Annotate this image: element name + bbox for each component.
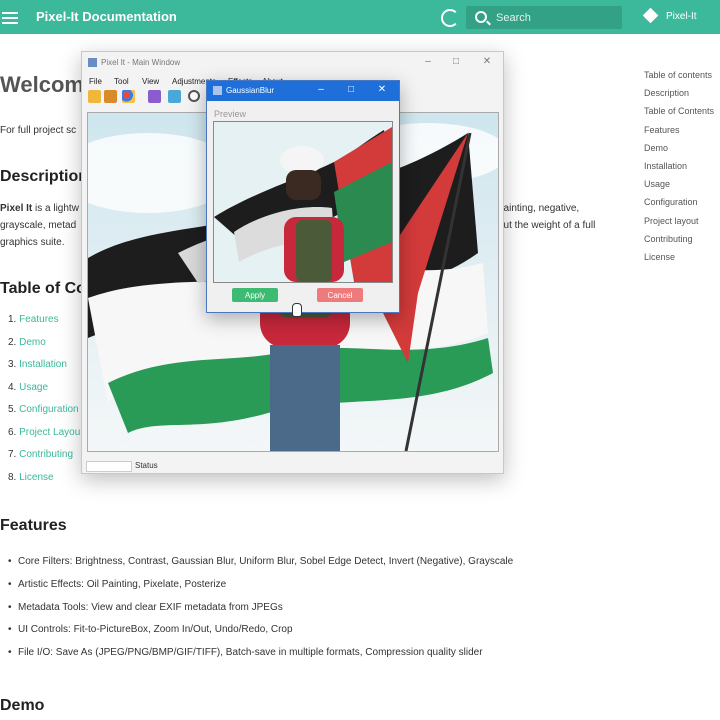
toc-link-features[interactable]: Features: [19, 314, 58, 325]
save-icon[interactable]: [104, 90, 117, 103]
page-title: Welcom: [0, 72, 84, 97]
preview-picture: [214, 122, 392, 282]
toc-item: 5. Configuration: [8, 404, 80, 427]
feature-item: Metadata Tools: View and clear EXIF meta…: [8, 602, 513, 625]
open-folder-icon[interactable]: [88, 90, 101, 103]
description-line-3: graphics suite.: [0, 237, 65, 248]
menu-tool[interactable]: Tool: [114, 77, 129, 86]
project-name: Pixel It: [0, 203, 33, 214]
feature-item: UI Controls: Fit-to-PictureBox, Zoom In/…: [8, 624, 513, 647]
right-toc-link-features[interactable]: Features: [644, 125, 714, 143]
search-box[interactable]: [466, 6, 622, 29]
menu-view[interactable]: View: [142, 77, 159, 86]
apply-button[interactable]: Apply: [232, 288, 278, 302]
features-list: Core Filters: Brightness, Contrast, Gaus…: [8, 556, 513, 670]
toc-num: 3.: [8, 359, 17, 370]
dialog-close-icon[interactable]: ✕: [376, 84, 388, 95]
status-progress: [86, 461, 132, 472]
maximize-icon[interactable]: □: [450, 56, 462, 68]
demo-heading: Demo: [0, 697, 45, 714]
mouse-cursor-icon: [292, 303, 302, 317]
description-line-1-right: painting, negative,: [498, 203, 580, 214]
toc-link-installation[interactable]: Installation: [19, 359, 67, 370]
toc-link-configuration[interactable]: Configuration: [19, 404, 78, 415]
theme-toggle-icon[interactable]: [441, 9, 459, 27]
right-toc-link-table-of-contents[interactable]: Table of Contents: [644, 106, 714, 124]
cancel-button[interactable]: Cancel: [317, 288, 363, 302]
dialog-maximize-icon[interactable]: □: [345, 84, 357, 95]
dialog-title: GaussianBlur: [226, 86, 275, 95]
right-toc: Table of contents Description Table of C…: [644, 70, 714, 270]
preview-label: Preview: [214, 109, 247, 119]
toc-item: 6. Project Layou: [8, 427, 80, 450]
search-icon: [475, 11, 487, 23]
toc-list: 1. Features 2. Demo 3. Installation 4. U…: [8, 314, 80, 494]
right-toc-link-description[interactable]: Description: [644, 88, 714, 106]
toc-item: 8. License: [8, 472, 80, 495]
features-heading: Features: [0, 517, 67, 534]
toc-link-usage[interactable]: Usage: [19, 382, 48, 393]
toc-num: 2.: [8, 336, 17, 348]
toc-num: 1.: [8, 314, 17, 325]
feature-item: File I/O: Save As (JPEG/PNG/BMP/GIF/TIFF…: [8, 647, 513, 670]
color-icon[interactable]: [122, 90, 135, 103]
dialog-titlebar[interactable]: GaussianBlur – □ ✕: [207, 81, 399, 101]
description-line-2: grayscale, metad: [0, 220, 77, 231]
preview-image: [213, 121, 393, 283]
right-toc-link-project-layout[interactable]: Project layout: [644, 216, 714, 234]
toc-heading: Table of Co: [0, 280, 86, 297]
toc-item: 3. Installation: [8, 359, 80, 382]
repo-icon[interactable]: [642, 7, 659, 24]
right-toc-link-usage[interactable]: Usage: [644, 179, 714, 197]
right-toc-link-license[interactable]: License: [644, 252, 714, 270]
description-heading: Description: [0, 168, 89, 185]
zoom-in-icon[interactable]: [188, 90, 200, 102]
feature-item: Artistic Effects: Oil Painting, Pixelate…: [8, 579, 513, 602]
right-toc-link-configuration[interactable]: Configuration: [644, 197, 714, 215]
right-toc-link-demo[interactable]: Demo: [644, 143, 714, 161]
intro-text: For full project sc: [0, 125, 77, 136]
dialog-minimize-icon[interactable]: –: [315, 84, 327, 95]
menu-file[interactable]: File: [89, 77, 102, 86]
fit-picture-icon[interactable]: [168, 90, 181, 103]
toc-item: 2. Demo: [8, 337, 80, 360]
right-toc-title: Table of contents: [644, 70, 713, 80]
status-label: Status: [135, 461, 158, 470]
description-line-1: Pixel It is a lightw: [0, 203, 79, 214]
toc-link-contributing[interactable]: Contributing: [19, 449, 73, 460]
gaussian-blur-dialog: GaussianBlur – □ ✕ Preview Apply Cancel: [206, 80, 400, 313]
toc-link-license[interactable]: License: [19, 472, 53, 483]
main-window-titlebar[interactable]: Pixel It - Main Window – □ ✕: [82, 52, 503, 74]
toc-num: 8.: [8, 471, 17, 483]
right-toc-link-installation[interactable]: Installation: [644, 161, 714, 179]
toc-num: 7.: [8, 449, 17, 460]
search-input[interactable]: [494, 9, 618, 27]
site-header: Pixel-It Documentation Pixel-It: [0, 0, 720, 34]
description-line-1-text: is a lightw: [32, 203, 79, 214]
close-icon[interactable]: ✕: [481, 56, 493, 68]
toc-num: 6.: [8, 426, 17, 438]
hamburger-menu-icon[interactable]: [2, 9, 18, 25]
main-window-title: Pixel It - Main Window: [101, 58, 181, 67]
toc-link-project-layout[interactable]: Project Layou: [19, 427, 80, 438]
image-icon[interactable]: [148, 90, 161, 103]
dialog-app-icon: [213, 86, 222, 95]
site-title[interactable]: Pixel-It Documentation: [36, 9, 177, 24]
repo-link[interactable]: Pixel-It: [666, 11, 697, 22]
description-line-2-right: out the weight of a full: [498, 220, 596, 231]
toc-num: 4.: [8, 381, 17, 393]
toc-item: 1. Features: [8, 314, 80, 337]
right-toc-link-contributing[interactable]: Contributing: [644, 234, 714, 252]
toc-num: 5.: [8, 404, 17, 415]
toc-item: 4. Usage: [8, 382, 80, 405]
feature-item: Core Filters: Brightness, Contrast, Gaus…: [8, 556, 513, 579]
app-icon: [88, 58, 97, 67]
toc-item: 7. Contributing: [8, 449, 80, 472]
toc-link-demo[interactable]: Demo: [19, 337, 46, 348]
minimize-icon[interactable]: –: [422, 56, 434, 68]
